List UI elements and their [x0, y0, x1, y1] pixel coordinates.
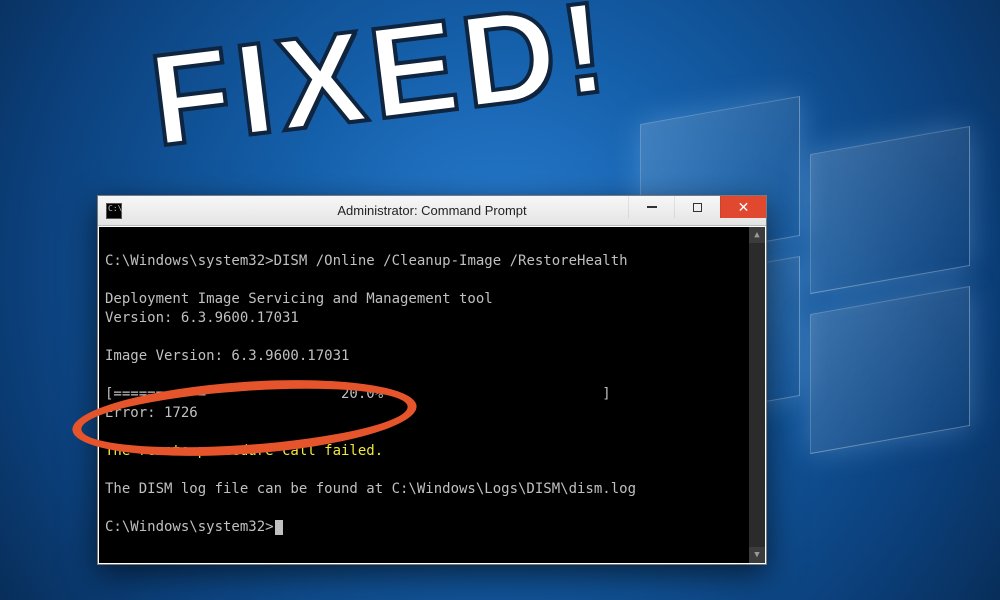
- window-buttons: ✕: [628, 196, 766, 225]
- maximize-button[interactable]: [674, 196, 720, 218]
- logo-pane: [810, 126, 970, 294]
- terminal-line: Version: 6.3.9600.17031: [105, 310, 299, 326]
- window-titlebar[interactable]: Administrator: Command Prompt ✕: [98, 196, 766, 226]
- terminal-line: The DISM log file can be found at C:\Win…: [105, 481, 636, 497]
- minimize-button[interactable]: [628, 196, 674, 218]
- scroll-down-icon[interactable]: ▼: [749, 547, 765, 563]
- cursor: [275, 520, 283, 535]
- fixed-overlay-text: FIXED!: [145, 0, 617, 156]
- prompt: C:\Windows\system32>: [105, 253, 274, 269]
- scrollbar[interactable]: ▲ ▼: [749, 227, 765, 563]
- scroll-up-icon[interactable]: ▲: [749, 227, 765, 243]
- terminal-line: C:\Windows\system32>: [105, 519, 283, 535]
- terminal-line: Image Version: 6.3.9600.17031: [105, 348, 349, 364]
- command-prompt-window: Administrator: Command Prompt ✕ C:\Windo…: [97, 195, 767, 565]
- terminal-line: [=========== 20.0% ]: [105, 386, 611, 402]
- terminal-line: C:\Windows\system32>DISM /Online /Cleanu…: [105, 253, 628, 269]
- prompt: C:\Windows\system32>: [105, 519, 274, 535]
- command-text: DISM /Online /Cleanup-Image /RestoreHeal…: [274, 253, 628, 269]
- terminal-output[interactable]: C:\Windows\system32>DISM /Online /Cleanu…: [99, 227, 765, 563]
- close-button[interactable]: ✕: [720, 196, 766, 218]
- terminal-line: Error: 1726: [105, 405, 198, 421]
- terminal-error-message: The remote procedure call failed.: [105, 443, 383, 459]
- terminal-line: Deployment Image Servicing and Managemen…: [105, 291, 493, 307]
- logo-pane: [810, 286, 970, 454]
- cmd-icon: [106, 203, 122, 219]
- terminal-frame: C:\Windows\system32>DISM /Online /Cleanu…: [98, 226, 766, 564]
